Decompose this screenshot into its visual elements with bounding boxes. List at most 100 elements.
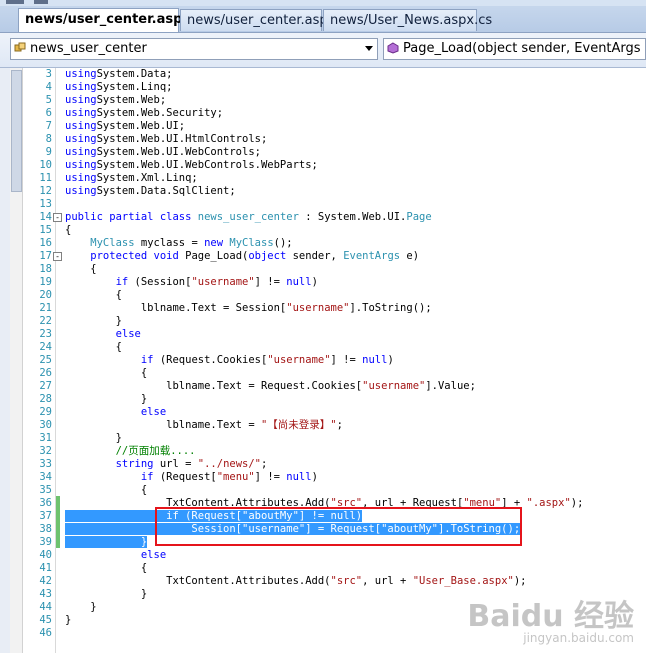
chevron-down-icon[interactable] bbox=[365, 46, 373, 51]
code-token: (); bbox=[273, 237, 293, 249]
code-line[interactable]: 9 usingSystem.Web.UI.WebControls; bbox=[0, 146, 646, 159]
code-token: ); bbox=[570, 497, 584, 509]
line-number: 38 bbox=[39, 523, 52, 535]
code-line[interactable]: 30 lblname.Text = "【尚未登录】"; bbox=[0, 419, 646, 432]
code-editor[interactable]: 3 usingSystem.Data; 4 usingSystem.Linq; 5 usi… bbox=[0, 68, 646, 653]
code-line[interactable]: 3 usingSystem.Data; bbox=[0, 68, 646, 81]
line-number: 10 bbox=[39, 159, 52, 171]
code-token: //页面加载.... bbox=[65, 445, 196, 457]
code-line[interactable]: 35 { bbox=[0, 484, 646, 497]
code-token: (Request.Cookies[ bbox=[153, 354, 268, 366]
code-token: else bbox=[65, 549, 167, 561]
line-number: 43 bbox=[39, 588, 52, 600]
code-token: ) bbox=[311, 471, 318, 483]
tab-user-news-aspx-cs[interactable]: news/User_News.aspx.cs bbox=[323, 9, 492, 31]
code-token: null bbox=[362, 354, 388, 366]
code-line[interactable]: 29 else bbox=[0, 406, 646, 419]
code-line[interactable]: 21 lblname.Text = Session["username"].To… bbox=[0, 302, 646, 315]
code-line[interactable]: 26 { bbox=[0, 367, 646, 380]
line-number: 7 bbox=[45, 120, 52, 132]
code-token: } bbox=[65, 614, 72, 626]
code-line[interactable]: 10 usingSystem.Web.UI.WebControls.WebPart… bbox=[0, 159, 646, 172]
line-number: 25 bbox=[39, 354, 52, 366]
code-line[interactable]: 12 usingSystem.Data.SqlClient; bbox=[0, 185, 646, 198]
code-line[interactable]: 33 string url = "../news/"; bbox=[0, 458, 646, 471]
code-text: usingSystem.Linq; bbox=[65, 81, 172, 94]
code-token: ].ToString(); bbox=[349, 302, 432, 314]
document-tab-bar: news/user_center.aspx.cs news/user_cente… bbox=[0, 0, 646, 33]
member-dropdown[interactable]: Page_Load(object sender, EventArgs e) bbox=[383, 38, 646, 60]
code-token: else bbox=[65, 406, 167, 418]
code-line[interactable]: 40 else bbox=[0, 549, 646, 562]
code-line[interactable]: 4 usingSystem.Linq; bbox=[0, 81, 646, 94]
watermark-logo: Baidu 经验 bbox=[467, 599, 634, 634]
line-number: 9 bbox=[45, 146, 52, 158]
code-text: else bbox=[65, 549, 166, 562]
class-icon bbox=[14, 42, 26, 52]
line-number: 39 bbox=[39, 536, 52, 548]
code-line[interactable]: 16 MyClass myclass = new MyClass(); bbox=[0, 237, 646, 250]
tab-user-center-aspx-cs[interactable]: news/user_center.aspx.cs bbox=[18, 8, 211, 32]
code-line[interactable]: 22 } bbox=[0, 315, 646, 328]
code-text: if (Request["menu"] != null) bbox=[65, 471, 318, 484]
line-number: 4 bbox=[45, 81, 52, 93]
code-token: } bbox=[65, 315, 122, 327]
code-token: if bbox=[65, 276, 129, 288]
code-line[interactable]: 20 { bbox=[0, 289, 646, 302]
code-line[interactable]: 11 usingSystem.Xml.Linq; bbox=[0, 172, 646, 185]
code-token: if bbox=[65, 471, 154, 483]
code-token: myclass = bbox=[134, 237, 205, 249]
line-number: 17 bbox=[39, 250, 52, 262]
code-text: } bbox=[65, 315, 122, 328]
line-number: 19 bbox=[39, 276, 52, 288]
collapse-toggle-icon[interactable]: - bbox=[53, 213, 62, 222]
code-line[interactable]: 5 usingSystem.Web; bbox=[0, 94, 646, 107]
code-token: protected void bbox=[65, 250, 179, 262]
code-line[interactable]: 15 { bbox=[0, 224, 646, 237]
code-line[interactable]: 18 { bbox=[0, 263, 646, 276]
code-token: object bbox=[248, 250, 287, 262]
code-line[interactable]: 6 usingSystem.Web.Security; bbox=[0, 107, 646, 120]
code-token: EventArgs bbox=[343, 250, 401, 262]
code-token: "username" bbox=[191, 276, 255, 288]
line-number: 46 bbox=[39, 627, 52, 639]
line-number: 6 bbox=[45, 107, 52, 119]
code-line[interactable]: 24 { bbox=[0, 341, 646, 354]
baidu-watermark: Baidu 经验 jingyan.baidu.com bbox=[467, 591, 634, 645]
code-line[interactable]: 19 if (Session["username"] != null) bbox=[0, 276, 646, 289]
code-token: } bbox=[65, 588, 148, 600]
code-text: usingSystem.Web.UI.WebControls; bbox=[65, 146, 261, 159]
code-line[interactable]: 14- public partial class news_user_center… bbox=[0, 211, 646, 224]
code-line[interactable]: 27 lblname.Text = Request.Cookies["usern… bbox=[0, 380, 646, 393]
line-number: 23 bbox=[39, 328, 52, 340]
code-token: } bbox=[65, 393, 148, 405]
line-number: 42 bbox=[39, 575, 52, 587]
code-token: lblname.Text = Request.Cookies[ bbox=[65, 380, 363, 392]
code-line[interactable]: 32 //页面加载.... bbox=[0, 445, 646, 458]
line-number: 44 bbox=[39, 601, 52, 613]
tab-user-center-aspx[interactable]: news/user_center.aspx bbox=[180, 9, 335, 31]
code-text: } bbox=[65, 536, 148, 549]
code-line[interactable]: 8 usingSystem.Web.UI.HtmlControls; bbox=[0, 133, 646, 146]
code-line[interactable]: 34 if (Request["menu"] != null) bbox=[0, 471, 646, 484]
code-line[interactable]: 28 } bbox=[0, 393, 646, 406]
code-line[interactable]: 23 else bbox=[0, 328, 646, 341]
code-line[interactable]: 31 } bbox=[0, 432, 646, 445]
code-line[interactable]: 13 bbox=[0, 198, 646, 211]
code-token: using bbox=[65, 172, 97, 184]
code-line[interactable]: 41 { bbox=[0, 562, 646, 575]
code-line[interactable]: 25 if (Request.Cookies["username"] != nu… bbox=[0, 354, 646, 367]
tab-label: news/User_News.aspx.cs bbox=[330, 13, 493, 28]
code-line[interactable]: 42 TxtContent.Attributes.Add("src", url … bbox=[0, 575, 646, 588]
code-text: string url = "../news/"; bbox=[65, 458, 268, 471]
code-token: (Session[ bbox=[128, 276, 192, 288]
code-token: System.Data; bbox=[96, 68, 173, 80]
code-token: { bbox=[65, 341, 122, 353]
collapse-toggle-icon[interactable]: - bbox=[53, 252, 62, 261]
code-text: { bbox=[65, 263, 96, 276]
code-line[interactable]: 7 usingSystem.Web.UI; bbox=[0, 120, 646, 133]
code-token: "menu" bbox=[216, 471, 255, 483]
class-dropdown[interactable]: news_user_center bbox=[10, 38, 378, 60]
code-line[interactable]: 17- protected void Page_Load(object send… bbox=[0, 250, 646, 263]
tab-label: news/user_center.aspx bbox=[187, 13, 336, 28]
